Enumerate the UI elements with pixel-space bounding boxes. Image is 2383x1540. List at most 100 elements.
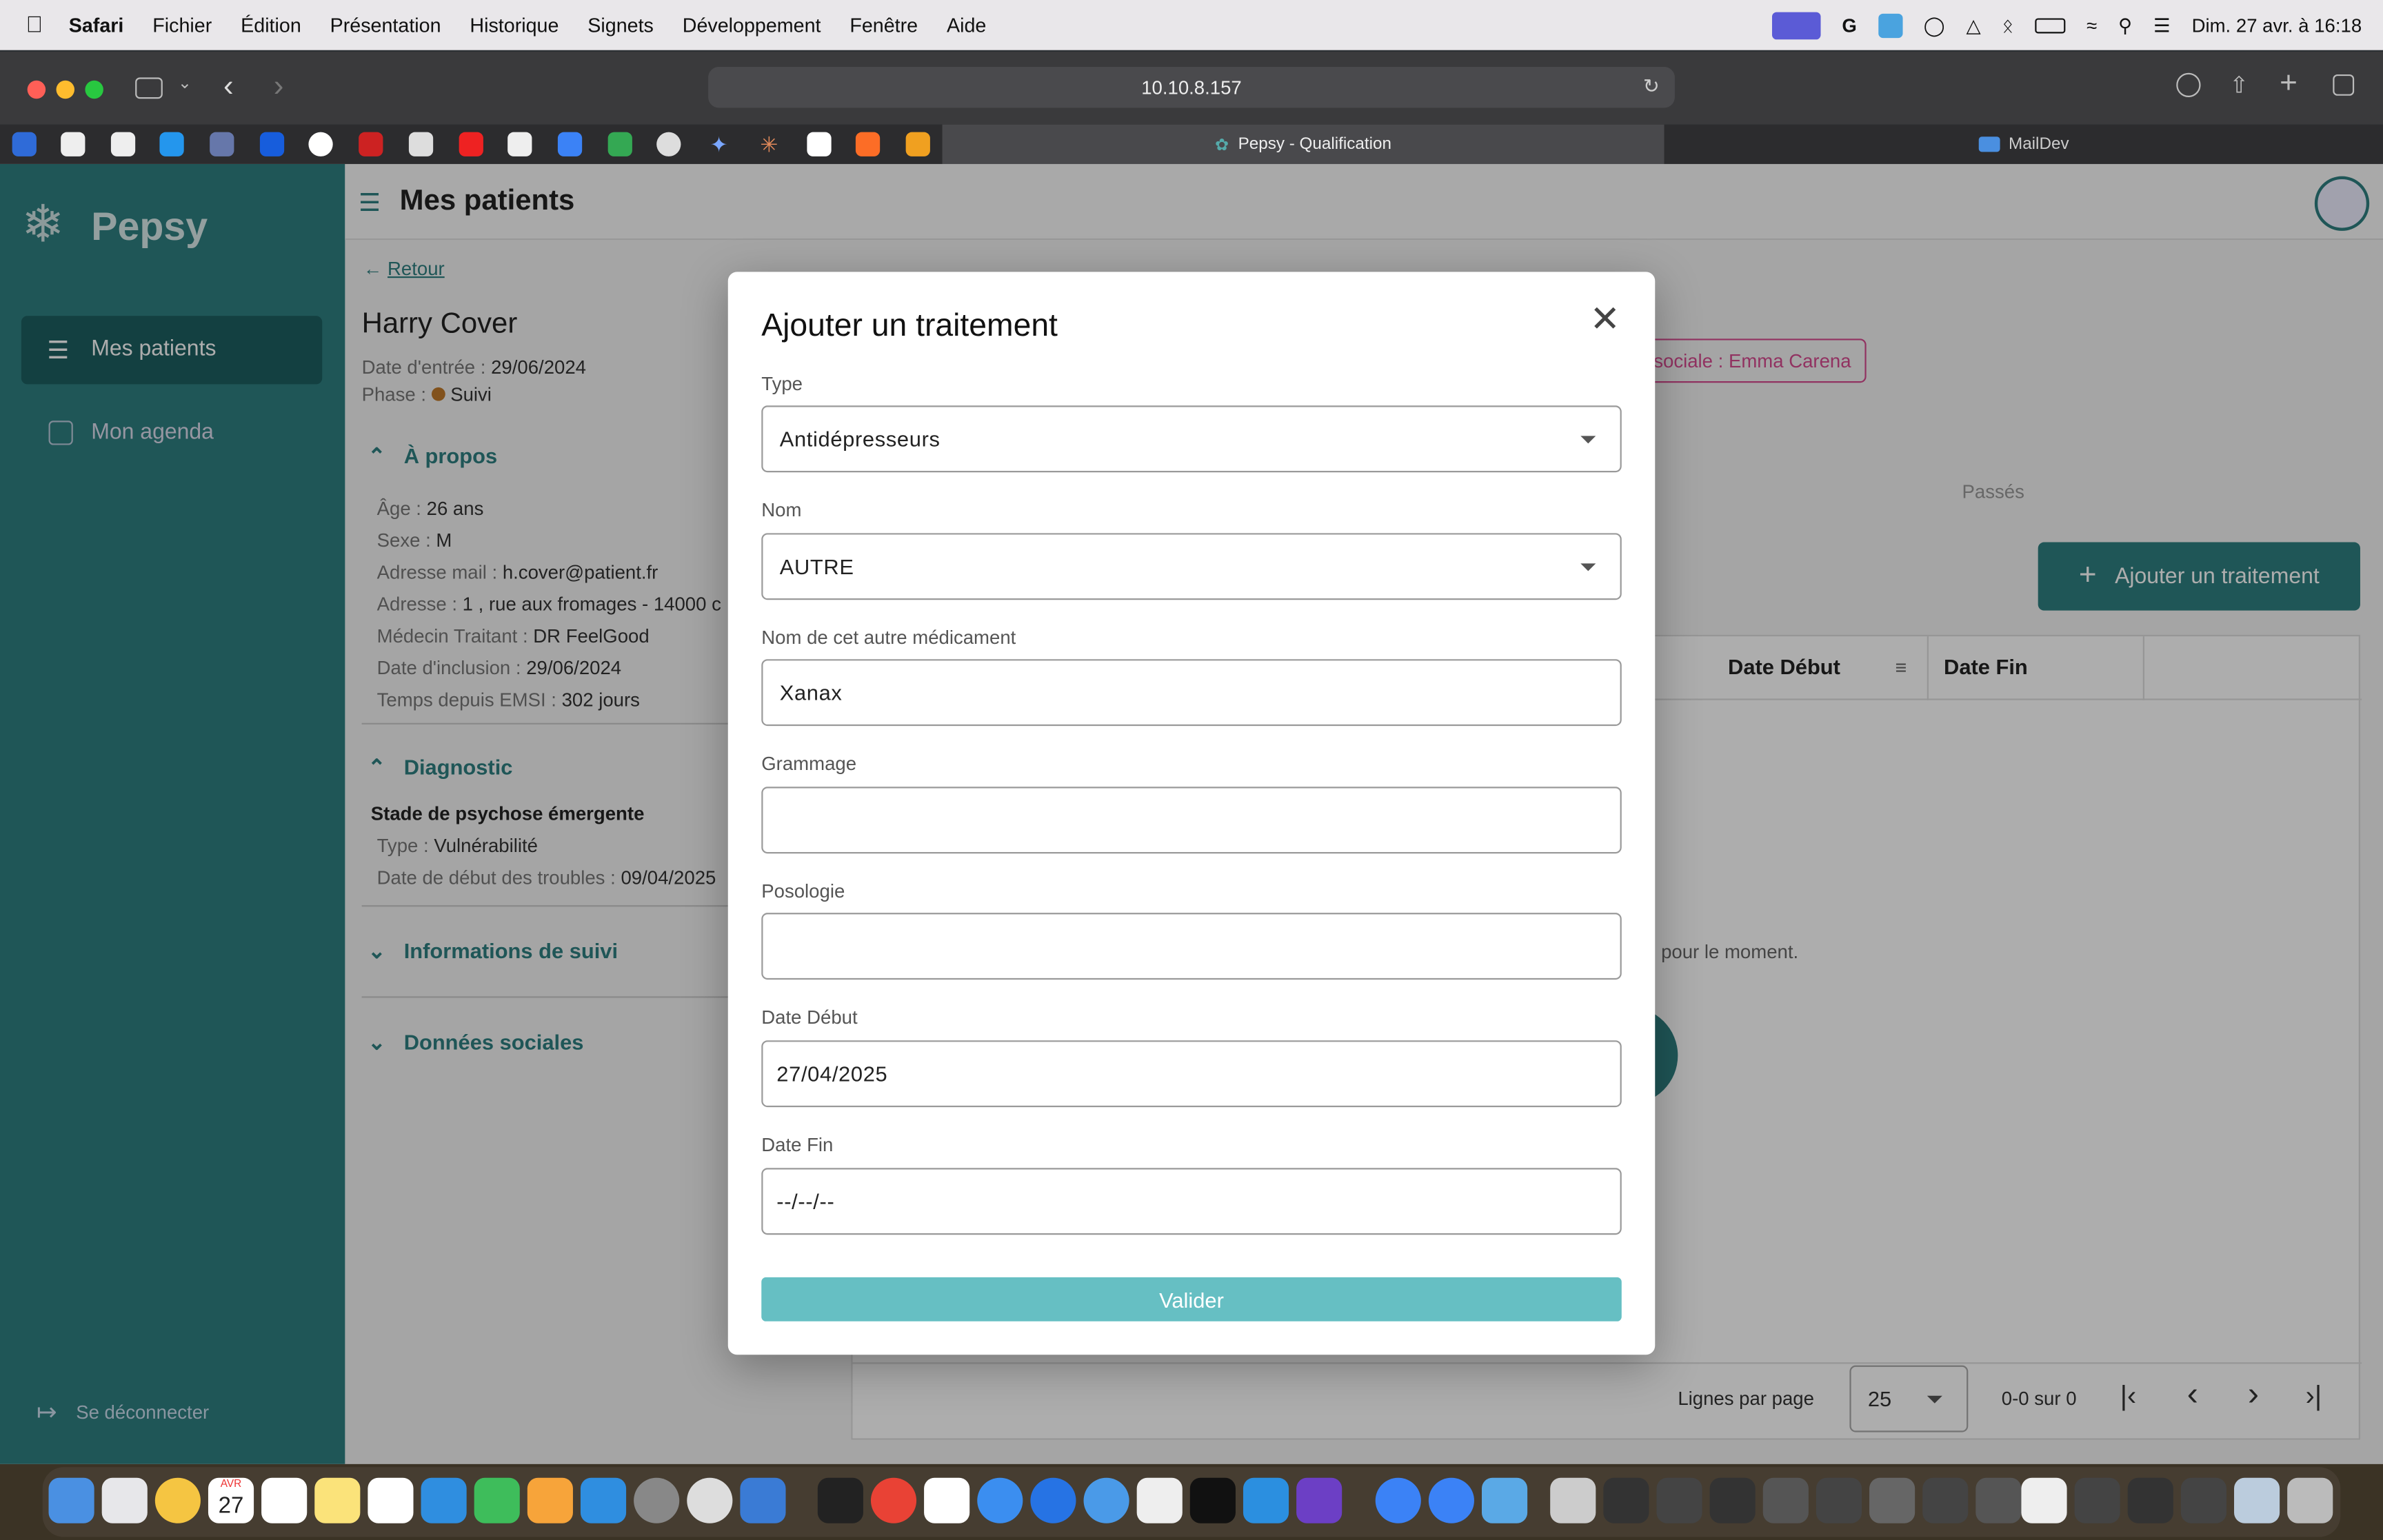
dock-window-10-icon[interactable]	[2021, 1477, 2067, 1523]
apple-icon[interactable]: 	[26, 12, 43, 38]
maximize-window-icon[interactable]	[85, 80, 103, 99]
bookmark-docker-icon[interactable]	[159, 132, 184, 156]
dock-window-14-icon[interactable]	[2234, 1477, 2280, 1523]
dock-freeform-icon[interactable]	[368, 1477, 414, 1523]
dock-pages-icon[interactable]	[527, 1477, 573, 1523]
menu-aide[interactable]: Aide	[947, 14, 986, 37]
bookmark-app-icon[interactable]	[210, 132, 234, 156]
bookmark-netflix-icon[interactable]	[459, 132, 483, 156]
dock-window-13-icon[interactable]	[2180, 1477, 2227, 1523]
dock-globe-icon[interactable]	[1375, 1477, 1421, 1523]
url-text[interactable]: 10.10.8.157	[1141, 77, 1242, 98]
dock-keynote-icon[interactable]	[421, 1477, 467, 1523]
posologie-input[interactable]	[761, 913, 1622, 980]
trello-icon[interactable]	[1878, 12, 1902, 37]
close-icon[interactable]: ✕	[1589, 300, 1620, 340]
tab-pepsy[interactable]: ✿ Pepsy - Qualification	[942, 124, 1665, 164]
bookmark-apple-icon[interactable]	[507, 132, 532, 156]
close-window-icon[interactable]	[27, 80, 46, 99]
new-tab-icon[interactable]: +	[2280, 67, 2297, 102]
menu-edition[interactable]: Édition	[241, 14, 301, 37]
sidebar-toggle-icon[interactable]	[135, 77, 163, 99]
dock-numbers-icon[interactable]	[474, 1477, 520, 1523]
bookmark-gmail-icon[interactable]	[807, 132, 832, 156]
dock-window-7-icon[interactable]	[1869, 1477, 1916, 1523]
reload-icon[interactable]: ↻	[1643, 74, 1660, 99]
bookmark-doc-icon[interactable]	[408, 132, 434, 156]
menu-fichier[interactable]: Fichier	[152, 14, 212, 37]
dock-window-6-icon[interactable]	[1816, 1477, 1862, 1523]
bookmark-github2-icon[interactable]	[110, 132, 136, 156]
download-icon[interactable]	[2176, 72, 2201, 98]
menu-presentation[interactable]: Présentation	[330, 14, 441, 37]
menubar-datetime[interactable]: Dim. 27 avr. à 16:18	[2192, 14, 2362, 36]
search-icon[interactable]: ⚲	[2118, 14, 2132, 37]
dock-pycharm-icon[interactable]	[1189, 1477, 1236, 1523]
dock-launchpad-icon[interactable]	[101, 1477, 148, 1523]
forward-icon[interactable]: ›	[274, 70, 284, 105]
bookmark-b-icon[interactable]	[308, 132, 333, 156]
bookmark-red-icon[interactable]	[359, 132, 383, 156]
dock-mplus-icon[interactable]	[1083, 1477, 1129, 1523]
type-select[interactable]: Antidépresseurs	[761, 405, 1622, 473]
control-center-icon[interactable]: ☰	[2153, 14, 2171, 37]
dock-globe2-icon[interactable]	[1428, 1477, 1474, 1523]
dock-lock-icon[interactable]	[687, 1477, 733, 1523]
dock-appstore-icon[interactable]	[580, 1477, 627, 1523]
dock-finder-icon[interactable]	[48, 1477, 94, 1523]
wifi-icon[interactable]: ≈	[2087, 14, 2097, 36]
menu-app-name[interactable]: Safari	[69, 14, 124, 37]
dock-font-icon[interactable]	[924, 1477, 970, 1523]
dock-trash-icon[interactable]	[2287, 1477, 2333, 1523]
dock-notes-icon[interactable]	[314, 1477, 361, 1523]
bluetooth-icon[interactable]: ᛟ	[2002, 14, 2014, 36]
dock-chrome-icon[interactable]	[870, 1477, 917, 1523]
battery-icon[interactable]	[2035, 17, 2066, 33]
menu-historique[interactable]: Historique	[470, 14, 559, 37]
chevron-down-icon[interactable]: ⌄	[178, 73, 192, 92]
bookmark-gemini-icon[interactable]: ✦	[707, 132, 731, 156]
dock-window-3-icon[interactable]	[1656, 1477, 1702, 1523]
bookmark-calendar-icon[interactable]	[557, 132, 583, 156]
menu-developpement[interactable]: Développement	[683, 14, 821, 37]
dock-terminal-icon[interactable]	[817, 1477, 863, 1523]
dock-reminders-icon[interactable]	[261, 1477, 308, 1523]
dock-window-11-icon[interactable]	[2074, 1477, 2120, 1523]
other-drug-input[interactable]: Xanax	[761, 659, 1622, 727]
tab-maildev[interactable]: MailDev	[1664, 125, 2383, 164]
nom-select[interactable]: AUTRE	[761, 533, 1622, 600]
bookmark-openai-icon[interactable]	[656, 132, 681, 156]
dock-window-9-icon[interactable]	[1975, 1477, 2022, 1523]
dock-xcode-icon[interactable]	[740, 1477, 786, 1523]
submit-button[interactable]: Valider	[761, 1277, 1622, 1321]
dock-vscode-icon[interactable]	[1243, 1477, 1289, 1523]
dock-calendar-icon[interactable]: AVR 27	[208, 1477, 254, 1523]
dock-window-2-icon[interactable]	[1603, 1477, 1649, 1523]
dock-window-12-icon[interactable]	[2127, 1477, 2173, 1523]
back-icon[interactable]: ‹	[223, 70, 234, 105]
minimize-window-icon[interactable]	[56, 80, 75, 99]
address-bar[interactable]: 10.10.8.157 ↻	[708, 66, 1675, 108]
bookmark-jira-icon[interactable]	[12, 132, 37, 156]
dock-window-1-icon[interactable]	[1550, 1477, 1596, 1523]
dock-window-8-icon[interactable]	[1922, 1477, 1969, 1523]
dock-photos-icon[interactable]	[154, 1477, 201, 1523]
bookmark-github-icon[interactable]	[61, 132, 86, 156]
sync-icon[interactable]: ◯	[1924, 14, 1945, 37]
dock-window-5-icon[interactable]	[1762, 1477, 1809, 1523]
tab-overview-icon[interactable]	[2333, 74, 2355, 96]
dock-safari-icon[interactable]	[977, 1477, 1023, 1523]
screen-share-icon[interactable]	[1771, 11, 1821, 39]
dock-git-icon[interactable]	[1296, 1477, 1343, 1523]
dock-folder-icon[interactable]	[1481, 1477, 1528, 1523]
menu-fenetre[interactable]: Fenêtre	[849, 14, 918, 37]
bookmark-bitwarden-icon[interactable]	[259, 132, 285, 156]
dock-settings-icon[interactable]	[634, 1477, 680, 1523]
menu-signets[interactable]: Signets	[587, 14, 654, 37]
grammage-input[interactable]	[761, 787, 1622, 854]
end-date-input[interactable]: --/--/--	[761, 1168, 1622, 1235]
start-date-input[interactable]: 27/04/2025	[761, 1040, 1622, 1108]
dock-window-4-icon[interactable]	[1709, 1477, 1756, 1523]
dock-maps-icon[interactable]	[1030, 1477, 1076, 1523]
share-icon[interactable]: ⇧	[2229, 72, 2249, 99]
